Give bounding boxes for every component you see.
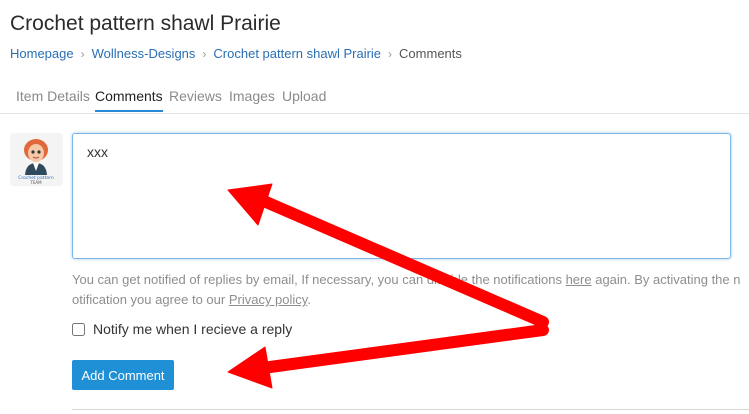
tab-images[interactable]: Images (229, 88, 275, 104)
chevron-right-icon: › (388, 47, 393, 61)
breadcrumb-shawl-prairie[interactable]: Crochet pattern shawl Prairie (213, 46, 381, 61)
tab-item-details[interactable]: Item Details (16, 88, 90, 104)
avatar: Crochet pattern TEAM (10, 133, 63, 186)
notification-notice: You can get notified of replies by email… (72, 270, 742, 310)
notice-text-1: You can get notified of replies by email… (72, 272, 566, 287)
privacy-policy-link[interactable]: Privacy policy (229, 292, 308, 307)
tab-upload[interactable]: Upload (282, 88, 326, 104)
notice-text-3: . (307, 292, 311, 307)
breadcrumb-wollness-designs[interactable]: Wollness-Designs (92, 46, 196, 61)
annotation-arrow-line (264, 324, 549, 373)
annotation-arrowhead-icon (227, 346, 273, 389)
notify-option[interactable]: Notify me when I recieve a reply (72, 319, 292, 339)
breadcrumb: Homepage › Wollness-Designs › Crochet patter… (10, 46, 462, 61)
svg-text:TEAM: TEAM (29, 180, 42, 185)
comment-textarea[interactable]: xxx (72, 133, 731, 259)
tab-bar: Item Details Comments Reviews Images Upl… (0, 86, 749, 114)
notify-checkbox[interactable] (72, 322, 85, 336)
tab-comments[interactable]: Comments (95, 88, 163, 112)
notice-here-link[interactable]: here (566, 272, 592, 287)
chevron-right-icon: › (80, 47, 85, 61)
add-comment-button[interactable]: Add Comment (72, 360, 174, 390)
chevron-right-icon: › (202, 47, 207, 61)
page-title: Crochet pattern shawl Prairie (10, 12, 281, 35)
notify-label: Notify me when I recieve a reply (93, 321, 293, 337)
divider (72, 409, 749, 410)
breadcrumb-current: Comments (399, 46, 462, 61)
tab-reviews[interactable]: Reviews (169, 88, 222, 104)
breadcrumb-homepage[interactable]: Homepage (10, 46, 74, 61)
avatar-image: Crochet pattern TEAM (10, 133, 63, 186)
